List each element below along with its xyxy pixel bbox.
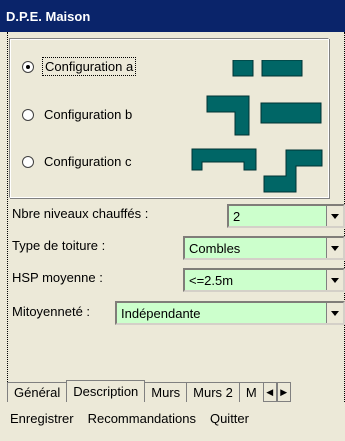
config-a-label: Configuration a <box>42 57 137 76</box>
config-a-shape <box>232 60 303 77</box>
niveaux-label: Nbre niveaux chauffés : <box>12 206 149 221</box>
config-c-shape <box>191 148 323 193</box>
menu-bar: Enregistrer Recommandations Quitter <box>0 405 345 431</box>
chevron-down-icon[interactable] <box>326 206 343 226</box>
config-c-option[interactable]: Configuration c <box>22 153 133 170</box>
config-b-label: Configuration b <box>44 107 133 122</box>
chevron-down-icon[interactable] <box>326 238 343 258</box>
mitoyennete-value: Indépendante <box>121 305 201 321</box>
toiture-value: Combles <box>189 240 241 256</box>
hsp-row: HSP moyenne : <box>12 270 103 285</box>
hsp-label: HSP moyenne : <box>12 270 103 285</box>
config-c-label: Configuration c <box>44 154 132 169</box>
toiture-select[interactable]: Combles <box>183 236 345 260</box>
config-a-option[interactable]: Configuration a <box>22 57 137 76</box>
arrow-left-icon[interactable]: ◀ <box>262 382 277 402</box>
toiture-row: Type de toiture : <box>12 238 105 253</box>
config-b-shape <box>206 95 322 136</box>
hsp-value: <=2.5m <box>189 272 234 288</box>
tab-murs[interactable]: Murs <box>144 382 188 402</box>
config-b-radio[interactable] <box>22 108 34 121</box>
toiture-label: Type de toiture : <box>12 238 106 253</box>
niveaux-select[interactable]: 2 <box>227 204 345 228</box>
menu-quitter[interactable]: Quitter <box>210 411 249 426</box>
tab-description[interactable]: Description <box>66 380 146 402</box>
chevron-down-icon[interactable] <box>326 303 343 323</box>
menu-enregistrer[interactable]: Enregistrer <box>10 411 74 426</box>
window-title: D.P.E. Maison <box>0 0 345 32</box>
chevron-down-icon[interactable] <box>326 270 343 290</box>
config-c-radio[interactable] <box>22 155 34 168</box>
mitoyennete-row: Mitoyenneté : <box>12 304 90 319</box>
tab-general[interactable]: Général <box>7 382 68 402</box>
arrow-right-icon[interactable]: ▶ <box>276 382 291 402</box>
hsp-select[interactable]: <=2.5m <box>183 268 345 292</box>
mitoyennete-select[interactable]: Indépendante <box>115 301 345 325</box>
niveaux-value: 2 <box>233 208 241 224</box>
mitoyennete-label: Mitoyenneté : <box>12 304 91 319</box>
config-a-radio[interactable] <box>22 60 34 73</box>
menu-recommandations[interactable]: Recommandations <box>88 411 196 426</box>
tab-murs-2[interactable]: Murs 2 <box>186 382 240 402</box>
config-b-option[interactable]: Configuration b <box>22 106 134 123</box>
niveaux-row: Nbre niveaux chauffés : <box>12 206 148 221</box>
tab-m[interactable]: M <box>238 382 264 402</box>
tab-strip: Général Description Murs Murs 2 M ◀ ▶ <box>7 380 291 402</box>
